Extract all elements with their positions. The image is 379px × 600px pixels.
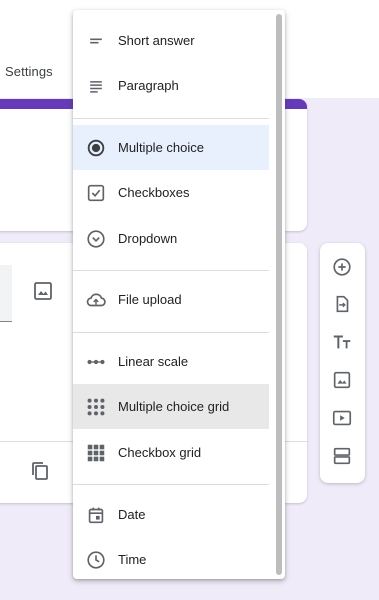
short-text-icon [84,29,108,53]
add-image-icon[interactable] [330,368,354,392]
menu-item-label: File upload [118,292,182,307]
menu-item-file-upload[interactable]: File upload [73,277,269,322]
import-questions-icon[interactable] [330,292,354,316]
image-icon[interactable] [31,279,55,308]
clock-icon [84,548,108,572]
menu-item-label: Short answer [118,33,195,48]
question-type-menu[interactable]: Short answer Paragraph Multiple choice C… [73,10,285,579]
menu-item-label: Paragraph [118,78,179,93]
menu-item-paragraph[interactable]: Paragraph [73,63,269,108]
menu-divider [73,484,269,485]
checkbox-grid-icon [84,441,108,465]
menu-item-multiple-choice[interactable]: Multiple choice [73,125,269,170]
add-question-icon[interactable] [330,255,354,279]
menu-divider [73,270,269,271]
menu-item-label: Linear scale [118,354,189,369]
linear-scale-icon [84,350,108,374]
menu-item-label: Checkbox grid [118,445,202,460]
add-video-icon[interactable] [330,406,354,430]
dropdown-circle-icon [84,227,108,251]
menu-item-label: Date [118,507,146,522]
radio-checked-icon [84,136,108,160]
menu-item-label: Multiple choice [118,140,204,155]
cloud-upload-icon [84,288,108,312]
menu-item-time[interactable]: Time [73,537,269,579]
add-title-icon[interactable] [330,330,354,354]
menu-divider [73,118,269,119]
menu-item-multiple-choice-grid[interactable]: Multiple choice grid [73,384,269,429]
duplicate-icon[interactable] [28,459,52,488]
menu-item-date[interactable]: Date [73,492,269,537]
menu-item-label: Checkboxes [118,185,190,200]
menu-divider [73,332,269,333]
dot-grid-icon [84,395,108,419]
menu-scrollbar[interactable] [276,14,282,575]
paragraph-icon [84,74,108,98]
menu-item-checkbox-grid[interactable]: Checkbox grid [73,430,269,475]
menu-item-checkboxes[interactable]: Checkboxes [73,170,269,215]
side-toolbar [320,243,365,483]
calendar-icon [84,503,108,527]
menu-item-linear-scale[interactable]: Linear scale [73,339,269,384]
menu-item-short-answer[interactable]: Short answer [73,18,269,63]
tab-settings[interactable]: Settings [5,64,53,79]
menu-item-label: Dropdown [118,231,178,246]
menu-item-dropdown[interactable]: Dropdown [73,216,269,261]
menu-item-label: Multiple choice grid [118,399,230,414]
menu-item-label: Time [118,552,147,567]
add-section-icon[interactable] [330,444,354,468]
question-title-field[interactable] [0,265,12,322]
checkbox-icon [84,181,108,205]
